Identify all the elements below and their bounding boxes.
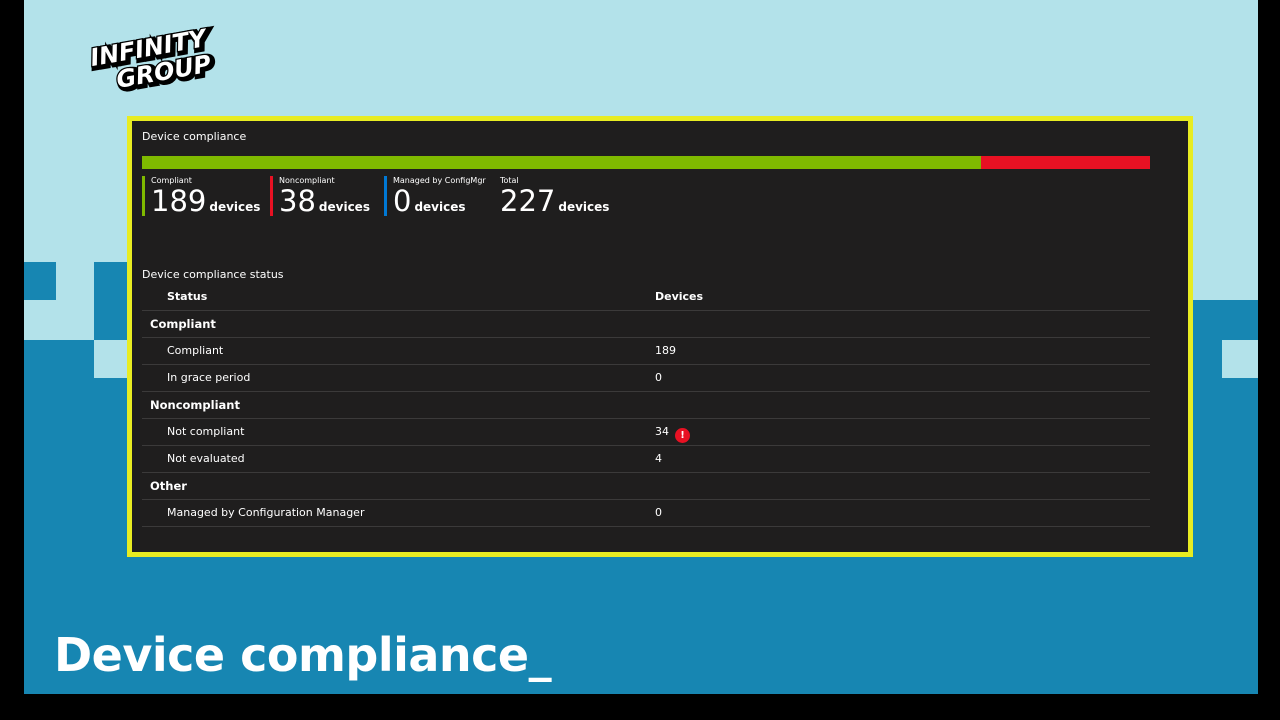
devices-count: 0: [655, 371, 662, 384]
bar-segment-noncompliant: [981, 156, 1150, 169]
devices-cell: 189: [655, 338, 676, 364]
bar-segment-compliant: [142, 156, 982, 169]
table-row[interactable]: In grace period 0: [142, 365, 1150, 392]
stat-managed-by-configmgr[interactable]: Managed by ConfigMgr 0 devices: [384, 176, 486, 216]
stat-noncompliant[interactable]: Noncompliant 38 devices: [270, 176, 370, 216]
devices-cell: 34!: [655, 419, 690, 445]
table-row[interactable]: Not evaluated 4: [142, 446, 1150, 473]
status-cell: Noncompliant: [150, 398, 240, 412]
table-row[interactable]: Compliant 189: [142, 338, 1150, 365]
devices-count: 4: [655, 452, 662, 465]
error-alert-icon: !: [675, 428, 690, 443]
stat-unit: devices: [414, 200, 466, 214]
stat-unit: devices: [318, 200, 370, 214]
column-header-devices[interactable]: Devices: [655, 284, 703, 310]
compliance-status-table: Status Devices Compliant Compliant 189 In g…: [142, 284, 1150, 527]
table-group-row: Compliant: [142, 311, 1150, 338]
stat-value: 38: [279, 184, 316, 218]
status-cell: Not compliant: [167, 425, 245, 438]
devices-cell: 0: [655, 365, 662, 391]
stat-unit: devices: [558, 200, 610, 214]
device-compliance-panel: Device compliance Compliant 189 devices N…: [127, 116, 1193, 557]
devices-cell: 4: [655, 446, 662, 472]
compliance-bar: [142, 156, 1150, 169]
stat-value: 227: [500, 184, 556, 218]
status-cell: Managed by Configuration Manager: [167, 506, 365, 519]
column-header-status[interactable]: Status: [167, 284, 207, 310]
status-cell: Compliant: [167, 344, 224, 357]
stat-value: 189: [151, 184, 207, 218]
pixel-block: [1222, 340, 1258, 378]
slide-title: Device compliance_: [54, 628, 552, 682]
stat-compliant[interactable]: Compliant 189 devices: [142, 176, 260, 216]
status-cell: In grace period: [167, 371, 251, 384]
status-cell: Not evaluated: [167, 452, 245, 465]
status-cell: Other: [150, 479, 187, 493]
infinity-group-logo: INFINITY INFINITY GROUP GROUP: [87, 22, 219, 98]
status-cell: Compliant: [150, 317, 216, 331]
stat-value: 0: [393, 184, 412, 218]
table-row[interactable]: Managed by Configuration Manager 0: [142, 500, 1150, 527]
table-row[interactable]: Not compliant 34!: [142, 419, 1150, 446]
pixel-block: [24, 262, 56, 300]
stat-total[interactable]: Total 227 devices: [491, 176, 609, 216]
status-section-title: Device compliance status: [142, 268, 284, 281]
devices-count: 189: [655, 344, 676, 357]
table-body: Compliant Compliant 189 In grace period 0 Non…: [142, 311, 1150, 527]
pixel-block: [94, 262, 130, 340]
table-group-row: Noncompliant: [142, 392, 1150, 419]
panel-title: Device compliance: [142, 130, 247, 143]
devices-count: 0: [655, 506, 662, 519]
stat-unit: devices: [209, 200, 261, 214]
devices-count: 34: [655, 425, 669, 438]
table-group-row: Other: [142, 473, 1150, 500]
devices-cell: 0: [655, 500, 662, 526]
table-header-row: Status Devices: [142, 284, 1150, 311]
pixel-block: [94, 340, 130, 378]
